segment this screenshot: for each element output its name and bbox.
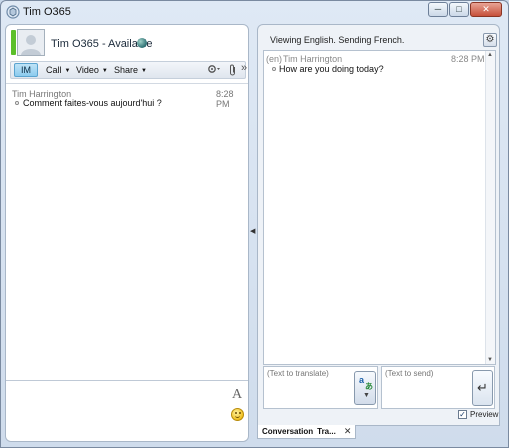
tab-conversation-label: Conversation xyxy=(262,427,314,436)
tab-translator-label: Tra... xyxy=(317,427,336,436)
gear-icon[interactable]: ⚙ xyxy=(483,33,497,47)
globe-icon[interactable] xyxy=(137,38,147,48)
contact-header: Tim O365 - Available xyxy=(6,25,248,61)
message-text: How are you doing today? xyxy=(279,64,384,74)
chevron-down-icon: ▼ xyxy=(363,392,370,399)
call-button[interactable]: Call ▼ xyxy=(46,65,70,75)
avatar[interactable] xyxy=(17,29,45,56)
chevron-down-icon: ▼ xyxy=(101,68,108,74)
presence-indicator xyxy=(11,30,16,55)
preview-label: Preview xyxy=(470,410,499,419)
translate-icon: a xyxy=(359,375,365,385)
conversation-panel: Tim O365 - Available IM Call ▼ Video ▼ Sha… xyxy=(5,24,249,442)
preview-checkbox[interactable]: ✓ xyxy=(458,410,467,419)
window-controls: ─ □ ✕ xyxy=(427,2,502,17)
share-button[interactable]: Share ▼ xyxy=(114,65,147,75)
close-icon[interactable]: ✕ xyxy=(344,426,352,437)
tab-conversation-translator[interactable]: Conversation Tra... ✕ xyxy=(257,425,357,439)
message-language: (en) xyxy=(266,54,283,64)
message-text: Comment faites-vous aujourd'hui ? xyxy=(23,98,162,108)
share-label: Share xyxy=(114,65,139,75)
chevron-down-icon: ▼ xyxy=(141,68,147,74)
minimize-button[interactable]: ─ xyxy=(428,2,448,17)
video-label: Video xyxy=(76,65,99,75)
conversation-window: Tim O365 ─ □ ✕ Tim O365 - Available IM C… xyxy=(0,0,509,448)
title-bar: Tim O365 ─ □ ✕ xyxy=(1,1,508,23)
font-icon[interactable]: A xyxy=(232,387,242,403)
bullet-icon xyxy=(15,101,19,105)
message-time: 8:28 PM xyxy=(216,89,234,109)
message-time: 8:28 PM xyxy=(451,54,485,64)
preview-toggle[interactable]: ✓ Preview xyxy=(458,410,498,419)
message-sender: Tim Harrington xyxy=(283,54,343,64)
translation-history: (en) Tim Harrington 8:28 PM How are you … xyxy=(263,50,496,365)
video-button[interactable]: Video ▼ xyxy=(76,65,108,75)
window-title: Tim O365 xyxy=(23,6,71,18)
conversation-toolbar: IM Call ▼ Video ▼ Share ▼ » xyxy=(10,61,247,79)
maximize-button[interactable]: □ xyxy=(449,2,469,17)
scrollbar[interactable]: ▲ ▼ xyxy=(485,51,495,364)
tab-strip: Conversation Tra... ✕ xyxy=(257,425,500,441)
attach-icon[interactable] xyxy=(229,64,237,79)
divider xyxy=(6,83,248,84)
message-compose-input[interactable]: A xyxy=(6,380,248,441)
close-button[interactable]: ✕ xyxy=(470,2,502,17)
scroll-up-icon[interactable]: ▲ xyxy=(487,52,493,58)
scroll-down-icon[interactable]: ▼ xyxy=(487,357,493,363)
translate-button[interactable]: a あ ▼ xyxy=(354,371,376,405)
send-icon[interactable]: ↵ xyxy=(472,370,493,406)
bullet-icon xyxy=(272,67,276,71)
person-icon xyxy=(21,35,41,55)
im-button[interactable]: IM xyxy=(14,63,38,77)
translate-icon: あ xyxy=(365,382,373,391)
collapse-arrow-icon[interactable]: ◀ xyxy=(250,227,255,235)
more-button[interactable]: » xyxy=(241,62,247,74)
translation-status: Viewing English. Sending French. xyxy=(270,35,405,45)
chevron-down-icon: ▼ xyxy=(64,68,71,74)
call-label: Call xyxy=(46,65,62,75)
translator-panel: Viewing English. Sending French. ⚙ (en) … xyxy=(257,24,500,426)
logo-icon xyxy=(6,5,20,19)
smiley-icon[interactable] xyxy=(231,408,244,421)
options-icon[interactable] xyxy=(207,64,221,78)
